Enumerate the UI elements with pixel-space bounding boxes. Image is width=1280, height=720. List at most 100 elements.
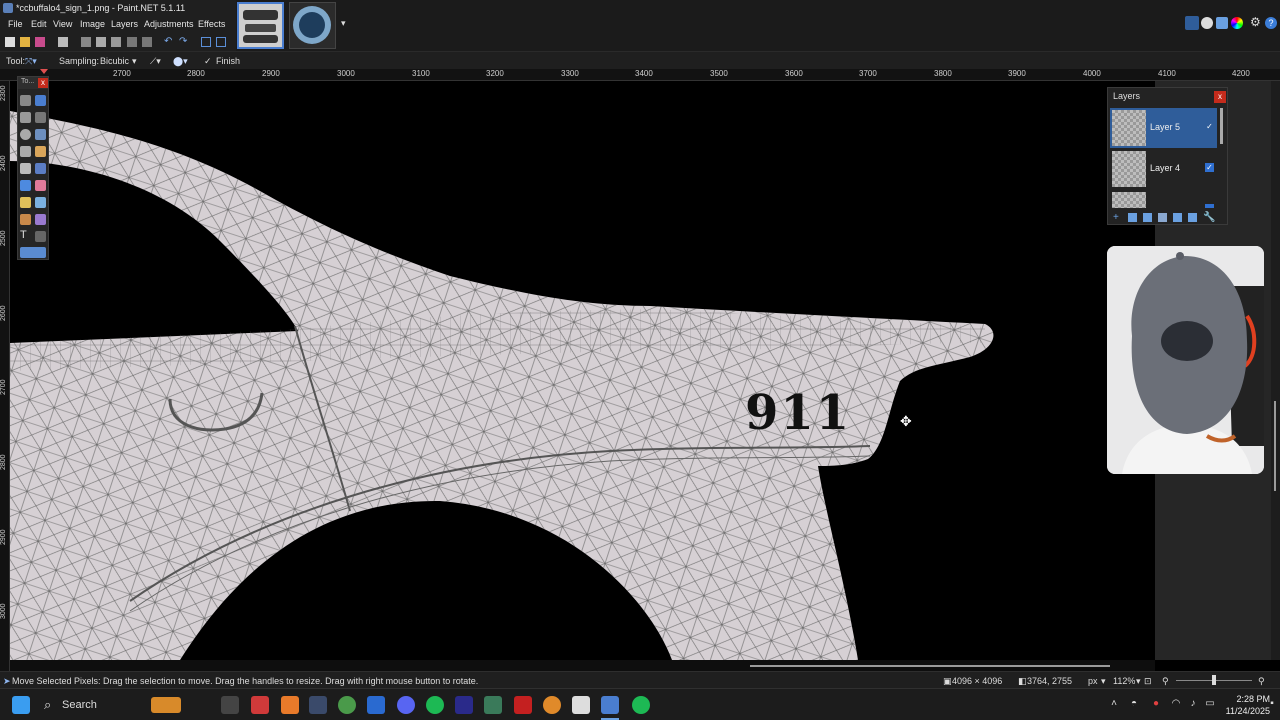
image-canvas[interactable]: 911 ✥ — [10, 81, 1155, 660]
deselect-icon[interactable] — [142, 37, 152, 47]
chevron-down-icon[interactable]: ▾ — [132, 56, 137, 67]
zoom-in-icon[interactable]: ⚲ — [1258, 676, 1265, 687]
menu-edit[interactable]: Edit — [31, 19, 47, 29]
menu-image[interactable]: Image — [80, 19, 105, 29]
move-tool-icon[interactable]: ⤧▾ — [25, 56, 37, 67]
magic-wand-icon[interactable] — [20, 146, 31, 157]
text-tool-icon[interactable]: T — [20, 230, 31, 241]
tabs-dropdown-icon[interactable]: ▾ — [341, 18, 346, 29]
add-layer-icon[interactable]: + — [1113, 213, 1122, 223]
blend-mode-icon[interactable]: ⬤▾ — [173, 56, 188, 67]
paintnet-taskbar-icon[interactable] — [601, 696, 619, 714]
clone-stamp-icon[interactable] — [20, 214, 31, 225]
antialias-icon[interactable]: ⟋▾ — [150, 56, 161, 67]
units-select[interactable]: px — [1088, 676, 1098, 686]
grid-icon[interactable] — [201, 37, 211, 47]
app-icon-green[interactable] — [484, 696, 502, 714]
app-icon-n[interactable] — [572, 696, 590, 714]
discord-icon[interactable] — [397, 696, 415, 714]
app-icon-orange[interactable] — [281, 696, 299, 714]
layer-row-partial[interactable] — [1110, 190, 1217, 208]
move-layer-up-icon[interactable] — [1173, 213, 1182, 222]
steam-icon[interactable] — [309, 696, 327, 714]
volume-icon[interactable]: ♪ — [1187, 698, 1199, 710]
scroll-thumb[interactable] — [750, 665, 1110, 667]
rectangle-select-icon[interactable] — [20, 95, 31, 106]
new-icon[interactable] — [5, 37, 15, 47]
paste-icon[interactable] — [111, 37, 121, 47]
app-icon-wolf[interactable] — [221, 696, 239, 714]
open-icon[interactable] — [20, 37, 30, 47]
layer-row-4[interactable]: Layer 4 ✓ — [1110, 149, 1217, 189]
color-picker-icon[interactable] — [35, 197, 46, 208]
menu-view[interactable]: View — [53, 19, 72, 29]
layer-visibility-checkbox[interactable] — [1205, 204, 1214, 208]
clock-date[interactable]: 11/24/2025 — [1222, 706, 1270, 716]
wifi-icon[interactable]: ◠ — [1170, 698, 1182, 710]
pan-icon[interactable] — [35, 146, 46, 157]
battery-icon[interactable]: ▭ — [1204, 698, 1216, 710]
spotify-icon[interactable] — [426, 696, 444, 714]
copy-icon[interactable] — [96, 37, 106, 47]
paintbrush-icon[interactable] — [20, 180, 31, 191]
tools-toggle-icon[interactable] — [1185, 16, 1199, 30]
notepad-icon[interactable] — [367, 696, 385, 714]
layer-visibility-checkbox[interactable]: ✓ — [1205, 163, 1214, 172]
app-icon-red[interactable] — [251, 696, 269, 714]
layer-properties-icon[interactable]: 🔧 — [1203, 213, 1215, 223]
ruler-icon[interactable] — [216, 37, 226, 47]
paint-bucket-icon[interactable] — [20, 163, 31, 174]
settings-gear-icon[interactable]: ⚙ — [1250, 15, 1261, 29]
delete-layer-icon[interactable] — [1128, 213, 1137, 222]
ellipse-select-icon[interactable] — [20, 129, 31, 140]
windows-start-icon[interactable] — [12, 696, 30, 714]
filezilla-icon[interactable] — [514, 696, 532, 714]
layers-scrollbar[interactable] — [1220, 108, 1223, 144]
thumbnail-car-template[interactable] — [237, 2, 284, 49]
layers-toggle-icon[interactable] — [1216, 17, 1228, 29]
move-selection-icon[interactable] — [35, 95, 46, 106]
sampling-select[interactable]: Bicubic — [100, 56, 129, 66]
menu-adjustments[interactable]: Adjustments — [144, 19, 194, 29]
spotify-icon[interactable] — [632, 696, 650, 714]
help-icon[interactable]: ? — [1265, 17, 1277, 29]
undo-icon[interactable]: ↶ — [164, 37, 174, 47]
line-curve-icon[interactable] — [35, 231, 46, 242]
notification-icon[interactable]: ▪ — [1266, 698, 1278, 710]
clock-time[interactable]: 2:28 PM — [1222, 694, 1270, 704]
scroll-thumb[interactable] — [1274, 401, 1276, 491]
microphone-icon[interactable]: ● — [1150, 698, 1162, 710]
zoom-value[interactable]: 112% — [1113, 676, 1135, 686]
menu-effects[interactable]: Effects — [198, 19, 225, 29]
crop-icon[interactable] — [127, 37, 137, 47]
decal-911-text[interactable]: 911 — [745, 385, 851, 441]
move-layer-down-icon[interactable] — [1188, 213, 1197, 222]
save-icon[interactable] — [35, 37, 45, 47]
zoom-out-icon[interactable]: ⚲ — [1162, 676, 1169, 687]
pencil-icon[interactable] — [20, 197, 31, 208]
zoom-icon[interactable] — [35, 129, 46, 140]
menu-layers[interactable]: Layers — [111, 19, 138, 29]
redo-icon[interactable]: ↷ — [179, 37, 189, 47]
thumbnail-logo[interactable] — [289, 2, 336, 49]
chevron-down-icon[interactable]: ▾ — [1136, 676, 1141, 687]
duplicate-layer-icon[interactable] — [1143, 213, 1152, 222]
finish-button[interactable]: Finish — [216, 56, 240, 66]
move-selected-icon[interactable] — [35, 112, 46, 123]
tray-app-icon[interactable]: ◓ — [1128, 698, 1140, 710]
vertical-scrollbar[interactable] — [1271, 81, 1280, 660]
zoom-slider-thumb[interactable] — [1212, 675, 1216, 685]
print-icon[interactable] — [58, 37, 68, 47]
merge-layer-icon[interactable] — [1158, 213, 1167, 222]
tools-close-button[interactable]: x — [38, 78, 48, 88]
app-icon-blue[interactable] — [455, 696, 473, 714]
shapes-icon[interactable] — [20, 247, 46, 258]
menu-file[interactable]: File — [8, 19, 23, 29]
taskbar-search[interactable]: ⌕ Search — [36, 693, 186, 717]
layers-close-button[interactable]: x — [1214, 91, 1226, 103]
layer-visibility-checkbox[interactable]: ✓ — [1205, 122, 1214, 131]
horizontal-scrollbar[interactable] — [10, 660, 1155, 671]
lasso-icon[interactable] — [20, 112, 31, 123]
recolor-icon[interactable] — [35, 214, 46, 225]
gradient-icon[interactable] — [35, 163, 46, 174]
